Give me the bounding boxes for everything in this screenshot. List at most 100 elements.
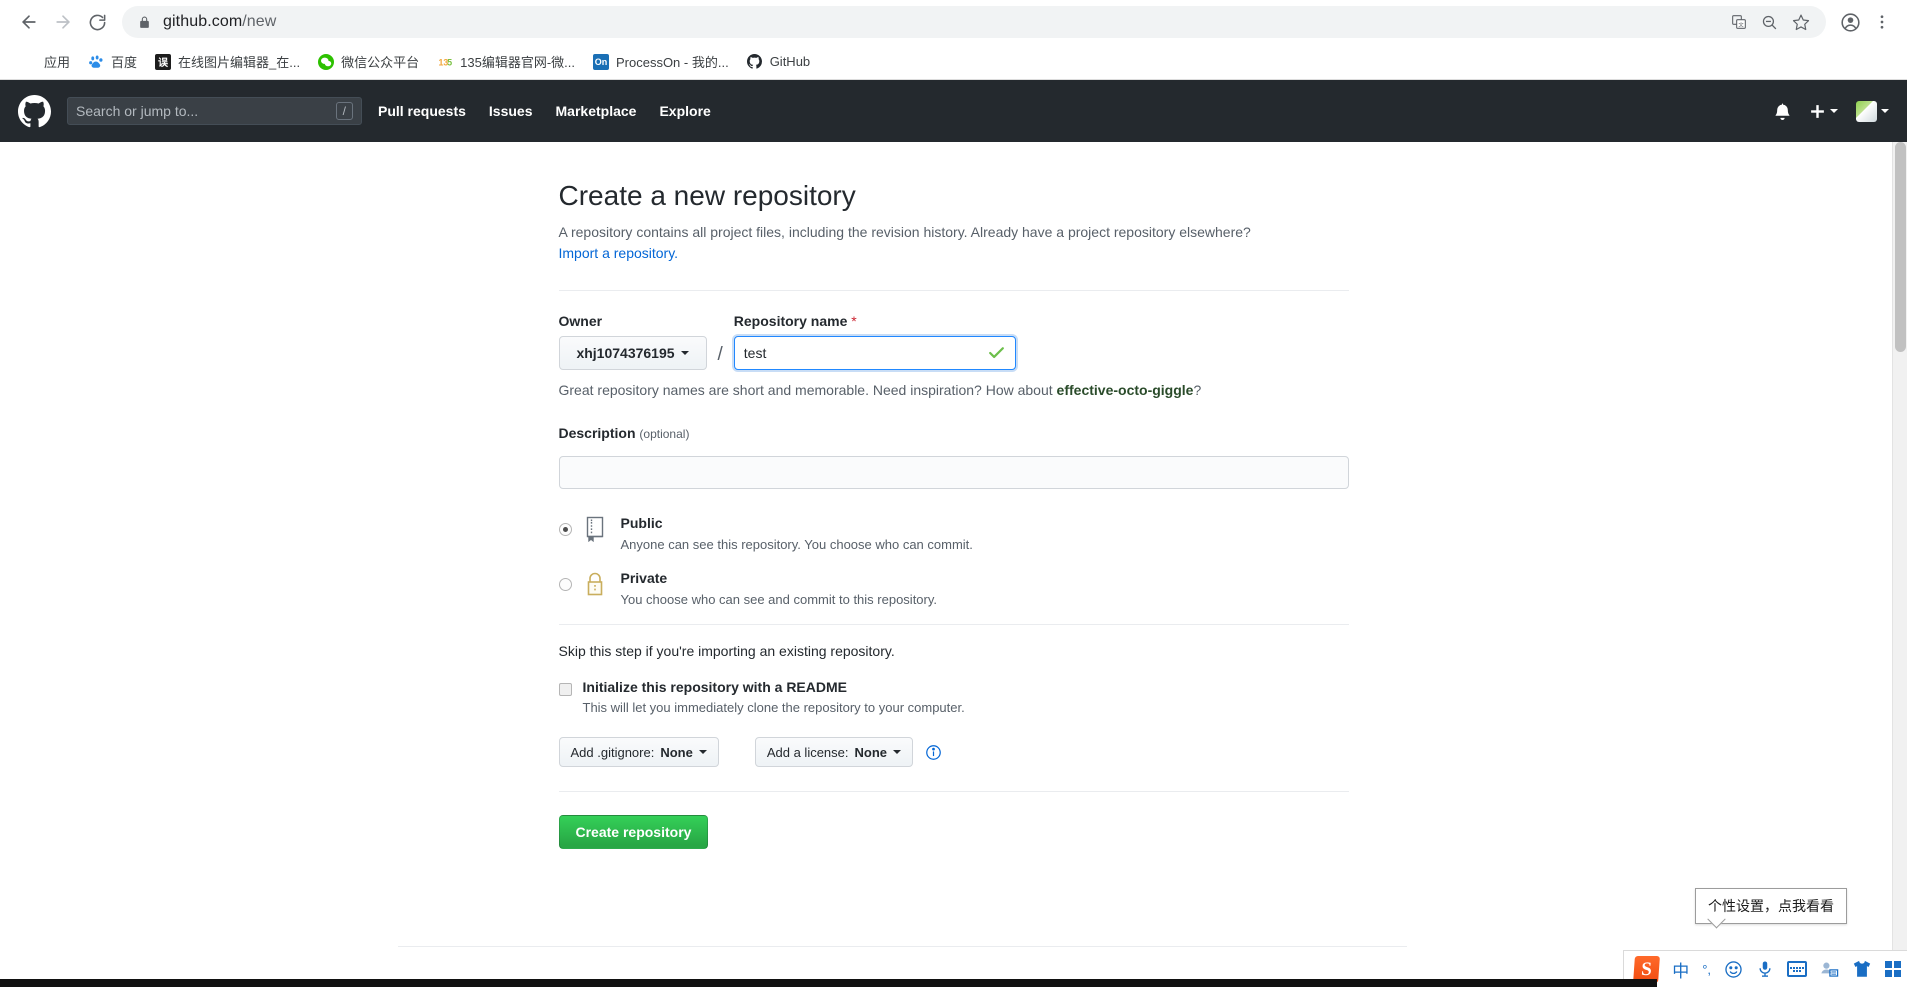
license-value: None [854,744,888,760]
repo-name-field: Repository name * [733,313,1016,370]
bookmark-image-editor[interactable]: 误 在线图片编辑器_在... [146,49,309,75]
smiley-icon[interactable] [1724,960,1743,979]
repo-name-label: Repository name * [734,313,1016,329]
address-bar[interactable]: github.com/new 文 [122,6,1826,38]
license-select-button[interactable]: Add a license: None [754,737,914,767]
suggested-name[interactable]: effective-octo-giggle [1057,382,1194,398]
import-repository-link[interactable]: Import a repository. [559,245,679,261]
apps-grid-icon [21,54,37,70]
scrollbar-thumb[interactable] [1895,142,1906,352]
readme-checkbox[interactable] [558,683,572,696]
public-title: Public [620,515,663,531]
bookmark-label: ProcessOn - 我的... [615,55,729,70]
repo-name-hint: Great repository names are short and mem… [559,382,1349,398]
nav-explore[interactable]: Explore [659,103,710,119]
chevron-down-icon [680,351,689,355]
visibility-option-public[interactable]: Public Anyone can see this repository. Y… [558,514,1349,552]
gitignore-prefix: Add .gitignore: [570,744,655,760]
private-title: Private [620,570,668,586]
bookmark-135-editor[interactable]: 13 5 135编辑器官网-微... [428,49,584,75]
keyboard-icon[interactable] [1787,961,1807,977]
profile-avatar-icon[interactable] [1840,12,1861,33]
page-subtitle: A repository contains all project files,… [559,222,1349,264]
processon-icon: On [592,53,609,70]
user-card-icon[interactable] [1820,961,1839,978]
browser-toolbar: github.com/new 文 [0,0,1907,44]
github-primary-nav: Pull requests Issues Marketplace Explore [378,103,711,119]
microphone-icon[interactable] [1756,960,1774,978]
path-separator: / [717,344,723,365]
readme-label: Initialize this repository with a README [582,679,847,695]
lock-icon [138,16,151,29]
info-circle-icon[interactable] [925,744,942,761]
plus-icon [1809,103,1826,120]
page-scrollbar[interactable] [1892,142,1907,987]
repo-name-label-text: Repository name [733,313,848,329]
license-prefix: Add a license: [766,744,849,760]
description-label-text: Description [558,425,636,441]
nav-issues[interactable]: Issues [489,103,533,119]
divider-middle [558,624,1349,625]
bookmark-label: 135编辑器官网-微... [460,55,575,70]
private-desc: You choose who can see and commit to thi… [620,592,938,607]
owner-repo-row: Owner xhj1074376195 / Repository name * [558,313,1349,370]
github-mark-icon[interactable] [18,94,51,128]
user-menu[interactable] [1856,100,1889,122]
green-check-icon [987,344,1006,363]
bookmark-label: 百度 [111,55,138,70]
ime-mode-button[interactable]: 中 [1672,957,1689,982]
bookmark-wechat[interactable]: 微信公众平台 [309,49,428,75]
star-icon[interactable] [1792,13,1810,31]
owner-select-button[interactable]: xhj1074376195 [558,336,707,370]
gitignore-value: None [660,744,693,760]
tshirt-icon[interactable] [1852,960,1872,978]
github-icon [746,53,763,70]
visibility-options: Public Anyone can see this repository. Y… [558,514,1349,607]
create-repository-button[interactable]: Create repository [558,815,709,849]
translate-icon[interactable]: 文 [1731,14,1747,30]
bookmark-baidu[interactable]: 百度 [79,49,146,75]
hint-suffix: ? [1193,382,1202,398]
nav-marketplace[interactable]: Marketplace [556,103,637,119]
divider-bottom [558,791,1349,792]
nav-pull-requests[interactable]: Pull requests [378,103,466,119]
three-dot-menu-icon[interactable] [1873,13,1895,31]
visibility-option-private[interactable]: Private You choose who can see and commi… [558,569,1349,607]
url-path: /new [242,13,277,30]
back-button[interactable] [12,5,46,39]
repo-name-input[interactable] [733,336,1016,370]
chevron-down-icon [1830,109,1838,113]
search-input[interactable]: Search or jump to... / [67,97,362,125]
owner-field: Owner xhj1074376195 [558,313,707,370]
page-body: Create a new repository A repository con… [0,142,1907,987]
public-desc: Anyone can see this repository. You choo… [620,537,973,552]
public-radio[interactable] [558,523,572,536]
bookmark-processon[interactable]: On ProcessOn - 我的... [584,49,738,75]
github-header: Search or jump to... / Pull requests Iss… [0,80,1907,142]
search-placeholder: Search or jump to... [76,103,199,119]
ime-tooltip: 个性设置，点我看看 [1695,888,1847,924]
chevron-down-icon [698,750,707,754]
bell-icon[interactable] [1774,103,1791,120]
forward-button[interactable] [46,5,80,39]
bookmark-apps[interactable]: 应用 [12,49,79,75]
private-radio[interactable] [558,578,572,591]
svg-text:5: 5 [447,57,452,67]
url-host: github.com [163,13,243,30]
bookmarks-bar: 应用 百度 误 在线图片编辑器_在... 微信公众平台 13 5 135编辑器官网… [0,44,1907,79]
browser-chrome: github.com/new 文 应用 百度 误 在线图片编辑器_在... 微信… [0,0,1907,80]
wechat-icon [318,53,335,70]
ime-punctuation-button[interactable]: °, [1702,962,1711,977]
bookmark-github[interactable]: GitHub [738,49,819,75]
bookmark-label: GitHub [769,54,811,69]
135-editor-icon: 13 5 [437,53,454,70]
gitignore-select-button[interactable]: Add .gitignore: None [558,737,719,767]
create-new-menu[interactable] [1809,103,1838,120]
toolbox-grid-icon[interactable] [1885,961,1901,977]
zoom-out-icon[interactable] [1761,14,1778,31]
description-input[interactable] [558,456,1349,489]
reload-button[interactable] [80,5,114,39]
bookmark-label: 在线图片编辑器_在... [178,55,301,70]
description-optional-tag: (optional) [639,427,690,441]
url-text: github.com/new [163,13,276,31]
